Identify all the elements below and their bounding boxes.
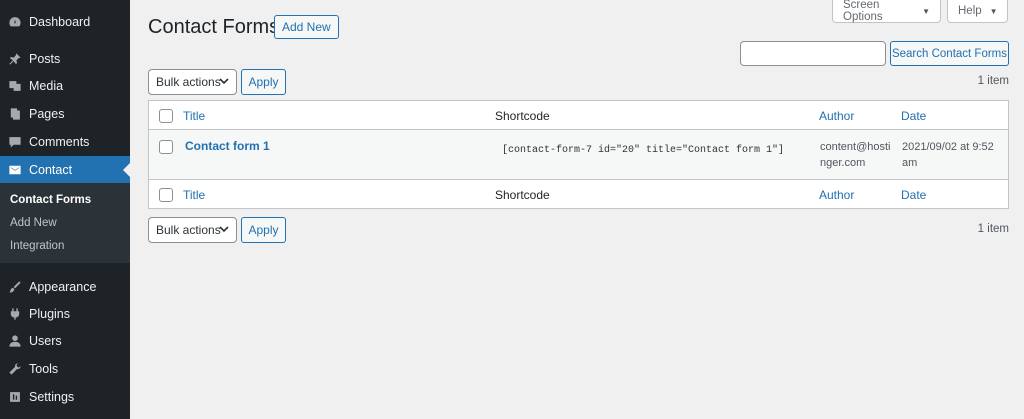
menu-tools[interactable]: Tools [0, 355, 130, 382]
admin-sidebar: Dashboard Posts Media Pages Comments Con… [0, 0, 130, 419]
table-header-row: Title Shortcode Author Date [149, 101, 1008, 130]
menu-plugins-label: Plugins [29, 306, 70, 321]
table-footer-row: Title Shortcode Author Date [149, 179, 1008, 208]
column-shortcode: Shortcode [495, 109, 550, 123]
media-icon [8, 79, 22, 93]
menu-dashboard-label: Dashboard [29, 14, 91, 29]
menu-plugins[interactable]: Plugins [0, 300, 130, 327]
menu-comments-label: Comments [29, 134, 90, 149]
select-all-checkbox[interactable] [159, 109, 173, 123]
settings-icon [8, 390, 22, 404]
menu-dashboard[interactable]: Dashboard [0, 8, 130, 35]
page-title: Contact Forms [148, 16, 280, 38]
column-shortcode-footer: Shortcode [495, 188, 550, 202]
submenu-add-new[interactable]: Add New [10, 217, 57, 229]
menu-contact-label: Contact [29, 162, 73, 177]
help-button[interactable]: Help ▼ [947, 0, 1008, 23]
menu-pages-label: Pages [29, 106, 65, 121]
comment-icon [8, 135, 22, 149]
menu-users[interactable]: Users [0, 327, 130, 354]
menu-posts[interactable]: Posts [0, 45, 130, 72]
apply-button-bottom[interactable]: Apply [241, 217, 286, 243]
menu-pages[interactable]: Pages [0, 100, 130, 127]
form-shortcode: [contact-form-7 id="20" title="Contact f… [502, 145, 785, 156]
bulk-actions-label: Bulk actions [156, 223, 221, 237]
screen-options-button[interactable]: Screen Options ▼ [832, 0, 941, 23]
search-contact-forms-button[interactable]: Search Contact Forms [890, 41, 1009, 66]
mail-icon [8, 163, 22, 177]
pin-icon [8, 52, 22, 66]
select-all-checkbox-footer[interactable] [159, 188, 173, 202]
menu-appearance[interactable]: Appearance [0, 273, 130, 300]
contact-submenu: Contact Forms Add New Integration [0, 183, 130, 263]
form-date: 2021/09/02 at 9:52 am [902, 141, 994, 169]
column-author[interactable]: Author [819, 109, 854, 123]
caret-down-icon: ▼ [922, 6, 930, 16]
user-icon [8, 334, 22, 348]
caret-down-icon: ▼ [989, 6, 998, 16]
form-title-link[interactable]: Contact form 1 [185, 139, 270, 153]
form-author: content@hostinger.com [820, 141, 891, 169]
wrench-icon [8, 362, 22, 376]
column-author-footer[interactable]: Author [819, 188, 854, 202]
search-input[interactable] [740, 41, 886, 66]
row-checkbox[interactable] [159, 140, 173, 154]
plug-icon [8, 307, 22, 321]
menu-settings[interactable]: Settings [0, 383, 130, 410]
column-title-footer[interactable]: Title [183, 188, 205, 202]
apply-button-top[interactable]: Apply [241, 69, 286, 95]
item-count-bottom: 1 item [977, 223, 1009, 235]
dashboard-icon [8, 15, 22, 29]
brush-icon [8, 280, 22, 294]
pages-icon [8, 107, 22, 121]
menu-tools-label: Tools [29, 361, 59, 376]
contact-forms-table: Title Shortcode Author Date Contact form… [148, 100, 1009, 209]
item-count-top: 1 item [977, 75, 1009, 87]
menu-media-label: Media [29, 78, 64, 93]
bulk-actions-label: Bulk actions [156, 75, 221, 89]
chevron-down-icon [219, 226, 229, 233]
menu-appearance-label: Appearance [29, 279, 97, 294]
submenu-integration[interactable]: Integration [10, 240, 64, 252]
bulk-actions-select-bottom[interactable]: Bulk actions [148, 217, 237, 243]
help-label: Help [958, 5, 982, 17]
add-new-button[interactable]: Add New [274, 15, 339, 39]
submenu-contact-forms[interactable]: Contact Forms [10, 194, 91, 206]
menu-users-label: Users [29, 333, 62, 348]
menu-settings-label: Settings [29, 389, 75, 404]
menu-media[interactable]: Media [0, 72, 130, 99]
menu-contact[interactable]: Contact [0, 156, 130, 183]
column-title[interactable]: Title [183, 109, 205, 123]
table-row: Contact form 1 [contact-form-7 id="20" t… [149, 130, 1008, 179]
menu-posts-label: Posts [29, 51, 61, 66]
column-date-footer[interactable]: Date [901, 188, 926, 202]
menu-comments[interactable]: Comments [0, 128, 130, 155]
chevron-down-icon [219, 78, 229, 85]
screen-options-label: Screen Options [843, 0, 883, 23]
column-date[interactable]: Date [901, 109, 926, 123]
bulk-actions-select-top[interactable]: Bulk actions [148, 69, 237, 95]
